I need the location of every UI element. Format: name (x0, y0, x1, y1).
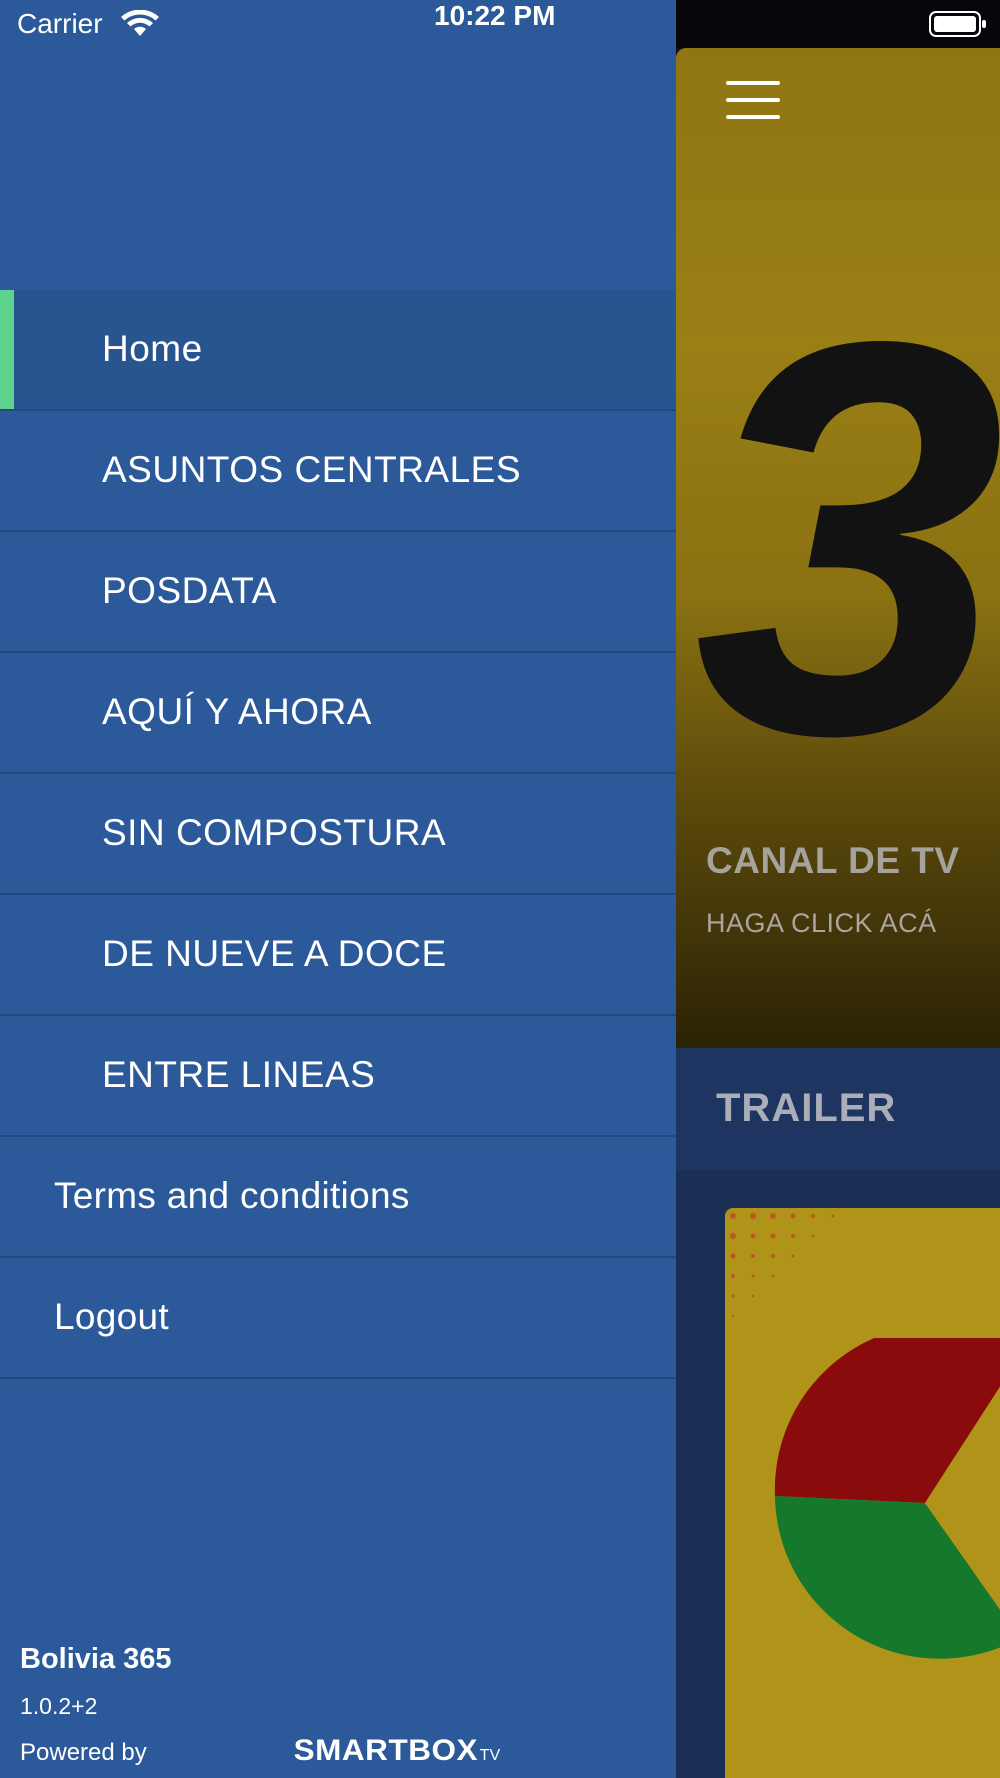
section-title: TRAILER (716, 1086, 897, 1130)
menu-item-label: DE NUEVE A DOCE (102, 933, 447, 974)
hero-logo-digit: 3 (694, 225, 1000, 851)
powered-by-label: Powered by (20, 1739, 147, 1766)
menu-item-label: POSDATA (102, 570, 277, 611)
carrier-label: Carrier (17, 8, 103, 39)
menu-item-label: SIN COMPOSTURA (102, 812, 447, 853)
menu-item-aqui-y-ahora[interactable]: AQUÍ Y AHORA (0, 653, 676, 774)
menu-item-label: ASUNTOS CENTRALES (102, 449, 522, 490)
menu-item-posdata[interactable]: POSDATA (0, 532, 676, 653)
menu-item-entre-lineas[interactable]: ENTRE LINEAS (0, 1016, 676, 1137)
status-bar: Carrier 10:22 PM (0, 0, 1000, 48)
smartbox-logo: SMARTBOX TV (294, 1734, 501, 1768)
main-content: 3 CANAL DE TV HAGA CLICK ACÁ TRAILER (676, 0, 1000, 1778)
menu-item-label: Home (102, 328, 203, 369)
brand-name: SMARTBOX (293, 1734, 479, 1767)
menu-item-home[interactable]: Home (0, 290, 676, 411)
wifi-icon (121, 10, 159, 36)
drawer-menu: Home ASUNTOS CENTRALES POSDATA AQUÍ Y AH… (0, 290, 676, 1379)
brand-suffix: TV (479, 1747, 501, 1764)
status-time: 10:22 PM (434, 0, 556, 31)
app-version: 1.0.2+2 (20, 1693, 98, 1719)
flag-pie-graphic (774, 1338, 1000, 1659)
hero-banner[interactable]: 3 CANAL DE TV HAGA CLICK ACÁ (676, 48, 1000, 1048)
hero-title: CANAL DE TV (706, 840, 960, 881)
app-name: Bolivia 365 (20, 1643, 172, 1675)
menu-item-sin-compostura[interactable]: SIN COMPOSTURA (0, 774, 676, 895)
menu-item-de-nueve-a-doce[interactable]: DE NUEVE A DOCE (0, 895, 676, 1016)
battery-icon (929, 11, 986, 37)
hero-subtitle[interactable]: HAGA CLICK ACÁ (706, 908, 937, 939)
menu-item-label: AQUÍ Y AHORA (102, 691, 372, 732)
navigation-drawer: Home ASUNTOS CENTRALES POSDATA AQUÍ Y AH… (0, 0, 676, 1778)
trailer-thumbnail[interactable] (725, 1208, 1000, 1778)
menu-item-terms-and-conditions[interactable]: Terms and conditions (0, 1137, 676, 1258)
active-indicator (0, 290, 14, 409)
menu-item-label: ENTRE LINEAS (102, 1054, 376, 1095)
hamburger-menu-icon[interactable] (726, 81, 780, 121)
trailer-section-header: TRAILER (676, 1048, 1000, 1170)
menu-item-label: Logout (54, 1296, 169, 1337)
menu-item-asuntos-centrales[interactable]: ASUNTOS CENTRALES (0, 411, 676, 532)
menu-item-label: Terms and conditions (54, 1175, 410, 1216)
menu-item-logout[interactable]: Logout (0, 1258, 676, 1379)
trailer-content (676, 1170, 1000, 1778)
